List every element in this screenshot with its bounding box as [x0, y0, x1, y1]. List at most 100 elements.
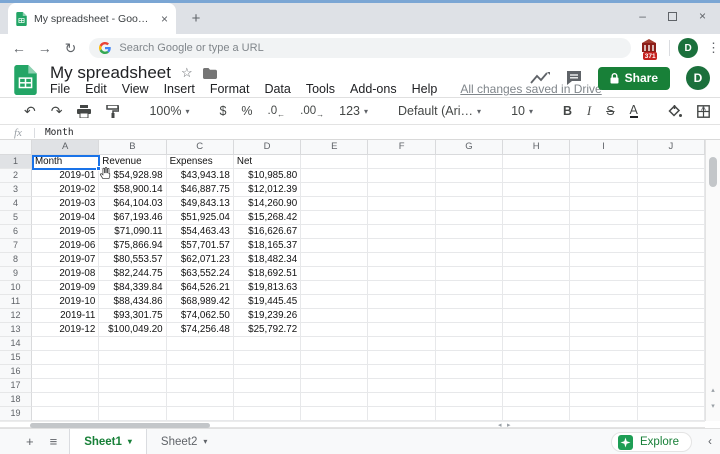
cell-e12[interactable] [301, 309, 368, 323]
cell-c2[interactable]: $43,943.18 [167, 169, 234, 183]
row-header-4[interactable]: 4 [0, 197, 32, 211]
cell-h9[interactable] [503, 267, 570, 281]
cell-j1[interactable] [638, 155, 705, 169]
cell-c16[interactable] [167, 365, 234, 379]
cell-h17[interactable] [503, 379, 570, 393]
cell-b16[interactable] [99, 365, 166, 379]
cell-f19[interactable] [368, 407, 435, 421]
menu-help[interactable]: Help [412, 82, 438, 96]
bold-button[interactable]: B [563, 104, 572, 118]
cell-g8[interactable] [436, 253, 503, 267]
cell-h1[interactable] [503, 155, 570, 169]
cell-a8[interactable]: 2019-07 [32, 253, 99, 267]
cell-d3[interactable]: $12,012.39 [234, 183, 301, 197]
select-all-corner[interactable] [0, 140, 32, 155]
menu-view[interactable]: View [122, 82, 149, 96]
cell-g17[interactable] [436, 379, 503, 393]
cell-f2[interactable] [368, 169, 435, 183]
cell-j17[interactable] [638, 379, 705, 393]
cell-b9[interactable]: $82,244.75 [99, 267, 166, 281]
cell-d7[interactable]: $18,165.37 [234, 239, 301, 253]
cell-j12[interactable] [638, 309, 705, 323]
italic-button[interactable]: I [587, 104, 591, 119]
cell-a9[interactable]: 2019-08 [32, 267, 99, 281]
cell-e9[interactable] [301, 267, 368, 281]
document-title[interactable]: My spreadsheet [50, 63, 171, 83]
cell-j13[interactable] [638, 323, 705, 337]
forward-icon[interactable]: → [32, 40, 58, 56]
cell-i8[interactable] [570, 253, 637, 267]
cell-d1[interactable]: Net [234, 155, 301, 169]
cell-i18[interactable] [570, 393, 637, 407]
cell-c18[interactable] [167, 393, 234, 407]
cell-c14[interactable] [167, 337, 234, 351]
cell-g3[interactable] [436, 183, 503, 197]
cell-f1[interactable] [368, 155, 435, 169]
cell-g12[interactable] [436, 309, 503, 323]
cell-e1[interactable] [301, 155, 368, 169]
cell-d17[interactable] [234, 379, 301, 393]
cell-h15[interactable] [503, 351, 570, 365]
cell-i19[interactable] [570, 407, 637, 421]
row-header-13[interactable]: 13 [0, 323, 32, 337]
cell-b4[interactable]: $64,104.03 [99, 197, 166, 211]
cell-a3[interactable]: 2019-02 [32, 183, 99, 197]
cell-a14[interactable] [32, 337, 99, 351]
cell-g1[interactable] [436, 155, 503, 169]
cell-h12[interactable] [503, 309, 570, 323]
cell-b6[interactable]: $71,090.11 [99, 225, 166, 239]
cell-h5[interactable] [503, 211, 570, 225]
cell-i1[interactable] [570, 155, 637, 169]
cell-h7[interactable] [503, 239, 570, 253]
cell-h18[interactable] [503, 393, 570, 407]
format-currency-button[interactable]: $ [219, 104, 226, 118]
row-header-2[interactable]: 2 [0, 169, 32, 183]
star-icon[interactable]: ☆ [181, 65, 193, 81]
cell-f18[interactable] [368, 393, 435, 407]
cell-a17[interactable] [32, 379, 99, 393]
row-header-1[interactable]: 1 [0, 155, 32, 169]
cell-b10[interactable]: $84,339.84 [99, 281, 166, 295]
cell-g16[interactable] [436, 365, 503, 379]
insights-icon[interactable] [530, 71, 550, 85]
collapse-panel-icon[interactable]: ‹ [708, 434, 712, 448]
browser-tab[interactable]: My spreadsheet - Google Sheets × [8, 3, 176, 34]
cell-b13[interactable]: $100,049.20 [99, 323, 166, 337]
cell-d10[interactable]: $19,813.63 [234, 281, 301, 295]
row-header-12[interactable]: 12 [0, 309, 32, 323]
cell-j5[interactable] [638, 211, 705, 225]
row-header-19[interactable]: 19 [0, 407, 32, 421]
extension-icon[interactable]: 371 [641, 39, 659, 57]
cell-i12[interactable] [570, 309, 637, 323]
cell-c3[interactable]: $46,887.75 [167, 183, 234, 197]
row-header-5[interactable]: 5 [0, 211, 32, 225]
minimize-icon[interactable]: – [639, 9, 646, 23]
cell-f7[interactable] [368, 239, 435, 253]
cell-j8[interactable] [638, 253, 705, 267]
menu-add-ons[interactable]: Add-ons [350, 82, 397, 96]
cell-g9[interactable] [436, 267, 503, 281]
cell-j6[interactable] [638, 225, 705, 239]
cell-i14[interactable] [570, 337, 637, 351]
cell-e10[interactable] [301, 281, 368, 295]
cell-f3[interactable] [368, 183, 435, 197]
cell-j10[interactable] [638, 281, 705, 295]
row-header-15[interactable]: 15 [0, 351, 32, 365]
cell-f13[interactable] [368, 323, 435, 337]
new-tab-button[interactable]: + [186, 9, 206, 29]
cell-c17[interactable] [167, 379, 234, 393]
share-button[interactable]: Share [598, 67, 670, 90]
cell-a12[interactable]: 2019-11 [32, 309, 99, 323]
fill-color-icon[interactable] [668, 105, 682, 118]
cell-c15[interactable] [167, 351, 234, 365]
cell-b19[interactable] [99, 407, 166, 421]
refresh-icon[interactable]: ↻ [58, 40, 84, 57]
menu-data[interactable]: Data [264, 82, 290, 96]
cell-e3[interactable] [301, 183, 368, 197]
back-icon[interactable]: ← [6, 40, 32, 56]
sheet-tab-menu-icon[interactable]: ▾ [203, 437, 207, 446]
cell-g11[interactable] [436, 295, 503, 309]
folder-icon[interactable] [203, 68, 217, 79]
cell-j11[interactable] [638, 295, 705, 309]
cell-i5[interactable] [570, 211, 637, 225]
